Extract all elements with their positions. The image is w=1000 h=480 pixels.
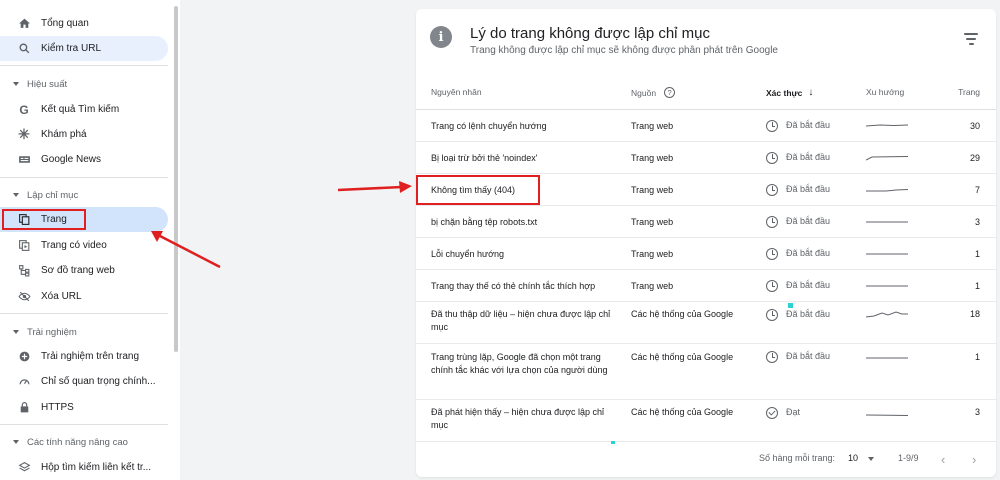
sidebar-item-video-pages[interactable]: Trang có video [0, 233, 168, 258]
sidebar-divider [0, 177, 168, 178]
trend-sparkline [866, 285, 908, 287]
sidebar-item-label: Trang có video [41, 240, 107, 251]
table-row[interactable]: bị chặn bằng tệp robots.txt Trang web Đã… [416, 206, 996, 238]
news-icon [17, 153, 31, 167]
sidebar-item-url-inspection[interactable]: Kiểm tra URL [0, 36, 168, 61]
sidebar-item-label: Hộp tìm kiếm liên kết tr... [41, 462, 152, 473]
caret-down-icon [13, 440, 19, 444]
column-header-pages[interactable]: Trang [958, 87, 980, 97]
sidebar-item-label: Google News [41, 154, 102, 165]
column-header-trend[interactable]: Xu hướng [866, 87, 904, 97]
pagination-range: 1-9/9 [898, 453, 919, 463]
sidebar-item-label: Trải nghiệm trên trang [41, 351, 140, 362]
google-g-icon: G [19, 102, 29, 117]
annotation-highlight-pages [2, 209, 86, 230]
home-icon [17, 17, 31, 31]
trend-sparkline [866, 189, 908, 192]
plus-circle-icon [17, 350, 31, 364]
cursor-artifact [611, 441, 615, 444]
filter-icon[interactable] [964, 33, 978, 45]
table-row[interactable]: Trang có lệnh chuyển hướng Trang web Đã … [416, 110, 996, 142]
prev-page-button[interactable]: ‹ [941, 452, 945, 467]
sidebar-item-removals[interactable]: Xóa URL [0, 284, 168, 309]
column-header-source[interactable]: Nguồn ? [631, 87, 676, 98]
table-row[interactable]: Đã phát hiện thấy – hiện chưa được lập c… [416, 400, 996, 442]
sidebar-item-core-web-vitals[interactable]: Chỉ số quan trọng chính... [0, 369, 168, 394]
clock-icon [766, 151, 778, 164]
card-title: Lý do trang không được lập chỉ mục [470, 25, 711, 42]
card-subtitle: Trang không được lập chỉ mục sẽ không đư… [470, 45, 778, 56]
video-page-icon [17, 239, 31, 253]
cursor-artifact [788, 303, 793, 308]
sidebar-section-enhancements[interactable]: Các tính năng nâng cao [0, 432, 168, 452]
sidebar-item-label: Kiểm tra URL [41, 43, 102, 54]
trend-sparkline [866, 311, 908, 318]
info-icon: i [430, 26, 452, 48]
trend-sparkline [866, 414, 908, 416]
next-page-button[interactable]: › [972, 452, 976, 467]
column-header-validation[interactable]: Xác thực ↓ [766, 87, 813, 98]
trend-sparkline [866, 221, 908, 223]
sidebar-scrollbar[interactable] [174, 6, 178, 352]
gauge-icon [17, 375, 31, 389]
clock-icon [766, 215, 778, 228]
sidebar-item-label: HTTPS [41, 402, 74, 413]
sidebar-divider [0, 313, 168, 314]
sidebar-item-google-news[interactable]: Google News [0, 147, 168, 172]
table-row[interactable]: Trang thay thế có thẻ chính tắc thích hợ… [416, 270, 996, 302]
sidebar-section-performance[interactable]: Hiệu suất [0, 74, 168, 94]
sidebar-item-search-results[interactable]: G Kết quả Tìm kiếm [0, 97, 168, 122]
sidebar-item-https[interactable]: HTTPS [0, 395, 168, 420]
sidebar-item-page-experience[interactable]: Trải nghiệm trên trang [0, 344, 168, 369]
layers-icon [17, 461, 31, 475]
arrow-to-404 [337, 181, 412, 193]
arrow-down-icon: ↓ [808, 87, 814, 98]
rows-per-page-select[interactable]: 10 [848, 453, 858, 463]
help-icon[interactable]: ? [664, 87, 676, 98]
clock-icon [766, 279, 778, 292]
not-indexed-reasons-card: i Lý do trang không được lập chỉ mục Tra… [416, 9, 996, 477]
sitemap-icon [17, 264, 31, 278]
asterisk-icon: ✳ [18, 126, 30, 142]
caret-down-icon [13, 330, 19, 334]
table-row[interactable]: Lỗi chuyển hướng Trang web Đã bắt đầu 1 [416, 238, 996, 270]
trend-sparkline [866, 156, 908, 161]
caret-down-icon [13, 193, 19, 197]
clock-icon [766, 350, 778, 363]
sidebar-section-experience[interactable]: Trải nghiệm [0, 322, 168, 342]
sidebar-item-sitemaps[interactable]: Sơ đồ trang web [0, 258, 168, 283]
table-row[interactable]: Đã thu thập dữ liệu – hiện chưa được lập… [416, 302, 996, 344]
search-icon [17, 42, 31, 56]
column-header-reason[interactable]: Nguyên nhân [431, 87, 482, 97]
clock-icon [766, 119, 778, 132]
trend-sparkline [866, 124, 908, 127]
clock-icon [766, 183, 778, 196]
sidebar-section-indexing[interactable]: Lập chỉ mục [0, 185, 168, 205]
table-row[interactable]: Bị loại trừ bởi thẻ 'noindex' Trang web … [416, 142, 996, 174]
annotation-highlight-404 [416, 175, 540, 205]
sidebar-item-label: Chỉ số quan trọng chính... [41, 376, 156, 387]
sidebar-item-discover[interactable]: ✳ Khám phá [0, 122, 168, 147]
sidebar-item-label: Khám phá [41, 129, 87, 140]
sidebar-divider [0, 65, 168, 66]
trend-sparkline [866, 357, 908, 359]
sidebar-item-label: Xóa URL [41, 291, 82, 302]
table-row[interactable]: Trang trùng lặp, Google đã chọn một tran… [416, 344, 996, 400]
eye-off-icon [17, 290, 31, 304]
sidebar-item-overview[interactable]: Tổng quan [0, 11, 168, 36]
sidebar-item-label: Tổng quan [41, 18, 89, 29]
caret-down-icon [13, 82, 19, 86]
sidebar: Tổng quan Kiểm tra URL Hiệu suất G Kết q… [0, 0, 180, 480]
sidebar-item-sitelinks-searchbox[interactable]: Hộp tìm kiếm liên kết tr... [0, 455, 168, 480]
clock-icon [766, 308, 778, 321]
sidebar-item-label: Kết quả Tìm kiếm [41, 104, 120, 115]
lock-icon [17, 401, 31, 415]
sidebar-item-label: Sơ đồ trang web [41, 265, 115, 276]
trend-sparkline [866, 253, 908, 255]
check-circle-icon [766, 406, 778, 419]
sidebar-divider [0, 424, 168, 425]
dropdown-arrow-icon[interactable] [868, 457, 874, 461]
clock-icon [766, 247, 778, 260]
rows-per-page-label: Số hàng mỗi trang: [759, 453, 836, 463]
